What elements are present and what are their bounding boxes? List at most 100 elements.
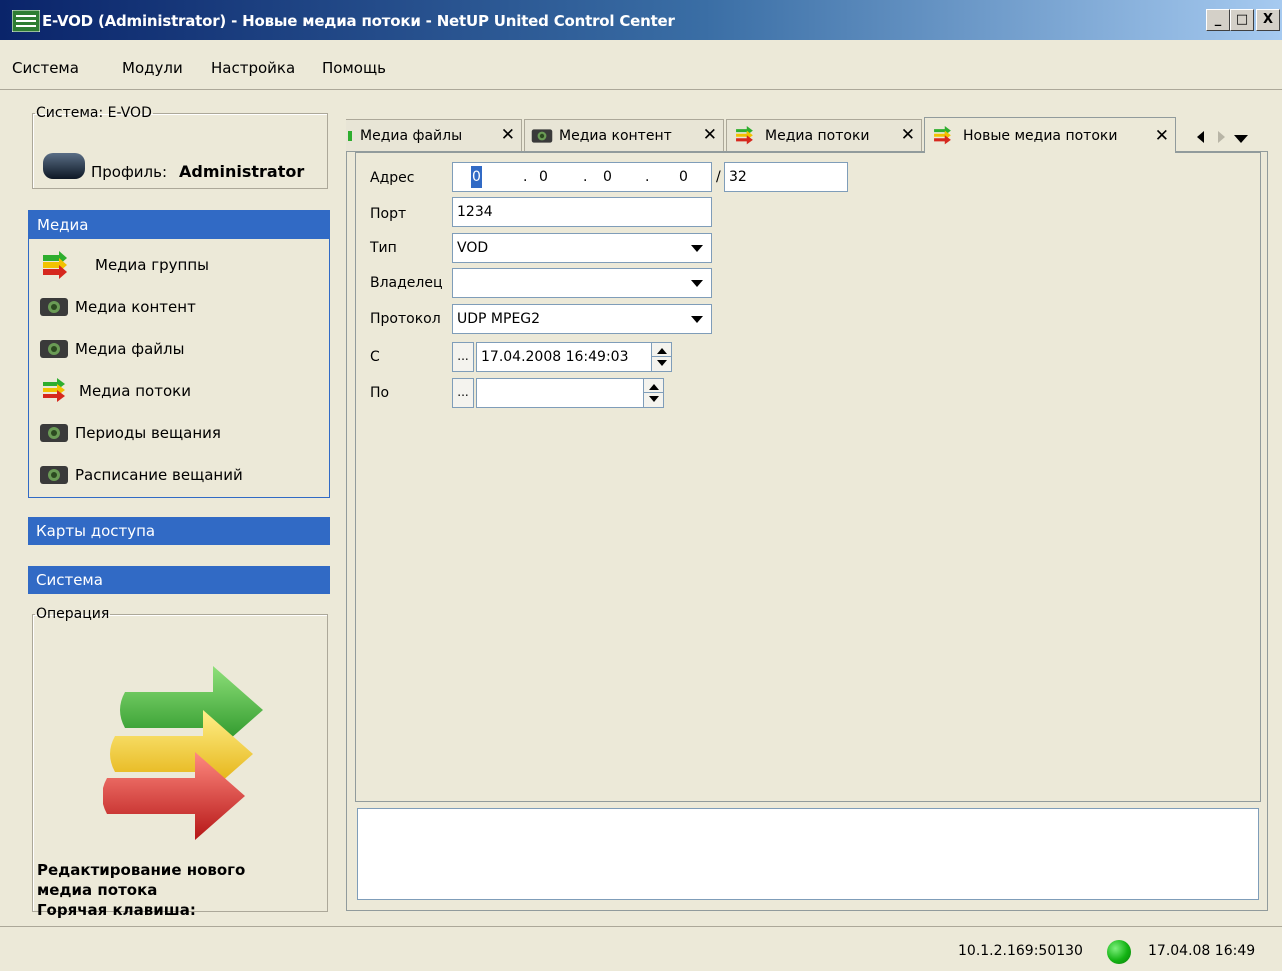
- operation-group: Операция Редактирование нового медиа пот…: [32, 606, 328, 919]
- type-select[interactable]: VOD: [452, 233, 712, 263]
- ip-octet-3[interactable]: 0: [603, 163, 612, 191]
- port-input[interactable]: 1234: [452, 197, 712, 227]
- minimize-button[interactable]: _: [1206, 9, 1230, 31]
- system-legend: Система: E-VOD: [36, 105, 152, 121]
- nav-label: Медиа потоки: [79, 382, 191, 400]
- tab-new-media-streams[interactable]: Новые медиа потоки ✕: [924, 117, 1176, 153]
- tab-label: Новые медиа потоки: [963, 127, 1118, 144]
- arrows-icon: [736, 125, 753, 144]
- protocol-select[interactable]: UDP MPEG2: [452, 304, 712, 334]
- type-select-value: VOD: [457, 240, 489, 256]
- camera-icon: [40, 340, 68, 358]
- operation-description: Редактирование нового медиа потока Горяч…: [37, 860, 245, 920]
- nav-media-groups[interactable]: Медиа группы: [39, 249, 209, 281]
- close-window-button[interactable]: X: [1256, 9, 1280, 31]
- tab-list-dropdown-icon[interactable]: [1234, 134, 1248, 144]
- maximize-button[interactable]: □: [1230, 9, 1254, 31]
- profile-value: Administrator: [179, 162, 305, 181]
- nav-label: Медиа файлы: [75, 340, 185, 358]
- title-bar: E-VOD (Administrator) - Новые медиа пото…: [0, 0, 1282, 40]
- connection-address: 10.1.2.169:50130: [958, 943, 1083, 959]
- to-picker-button[interactable]: ...: [452, 378, 474, 408]
- protocol-label: Протокол: [370, 311, 441, 327]
- chevron-down-icon: [691, 280, 703, 287]
- app-icon: [12, 10, 40, 32]
- camera-icon: [40, 424, 68, 442]
- from-spinner[interactable]: [651, 343, 671, 371]
- arrows-icon: [43, 378, 65, 402]
- owner-select[interactable]: [452, 268, 712, 298]
- from-datetime-input[interactable]: 17.04.2008 16:49:03: [476, 342, 672, 372]
- nav-media-streams[interactable]: Медиа потоки: [39, 375, 191, 407]
- nav-broadcast-periods[interactable]: Периоды вещания: [39, 417, 221, 449]
- nav-broadcast-schedule[interactable]: Расписание вещаний: [39, 459, 243, 491]
- menu-help[interactable]: Помощь: [322, 59, 386, 77]
- tab-content: Адрес 0 . 0 . 0 . 0 / 32 Порт 1234 Тип V…: [346, 151, 1268, 911]
- to-datetime-input[interactable]: [476, 378, 664, 408]
- system-panel[interactable]: Система: [28, 566, 330, 594]
- tab-scroll-left-icon[interactable]: [1196, 131, 1206, 143]
- menu-modules[interactable]: Модули: [122, 59, 183, 77]
- arrows-icon: [43, 251, 67, 279]
- nav-label: Медиа группы: [95, 256, 209, 274]
- tab-scroll-right-icon[interactable]: [1216, 131, 1226, 143]
- camera-icon: [531, 128, 553, 143]
- close-icon[interactable]: ✕: [1155, 126, 1169, 146]
- tab-media-files[interactable]: Медиа файлы ✕: [346, 119, 522, 151]
- window-title: E-VOD (Administrator) - Новые медиа пото…: [42, 12, 675, 30]
- stream-form: Адрес 0 . 0 . 0 . 0 / 32 Порт 1234 Тип V…: [355, 152, 1261, 802]
- protocol-select-value: UDP MPEG2: [457, 311, 541, 327]
- ip-octet-1[interactable]: 0: [471, 166, 482, 188]
- operation-legend: Операция: [36, 606, 110, 622]
- ip-octet-2[interactable]: 0: [539, 163, 548, 191]
- nav-label: Периоды вещания: [75, 424, 221, 442]
- close-icon[interactable]: ✕: [703, 125, 717, 145]
- tab-media-content[interactable]: Медиа контент ✕: [524, 119, 724, 151]
- ip-address-input[interactable]: 0 . 0 . 0 . 0: [452, 162, 712, 192]
- nav-label: Расписание вещаний: [75, 466, 243, 484]
- connection-status-icon: [1107, 940, 1131, 964]
- to-label: По: [370, 385, 390, 401]
- ip-octet-4[interactable]: 0: [679, 163, 688, 191]
- nav-media-content[interactable]: Медиа контент: [39, 291, 196, 323]
- close-icon[interactable]: ✕: [901, 125, 915, 145]
- tab-media-streams[interactable]: Медиа потоки ✕: [726, 119, 922, 151]
- operation-hotkey-label: Горячая клавиша:: [37, 901, 196, 919]
- close-icon[interactable]: ✕: [501, 125, 515, 145]
- menu-bar: Система Модули Настройка Помощь: [0, 48, 1282, 90]
- profile-label: Профиль:: [91, 163, 168, 181]
- access-cards-panel[interactable]: Карты доступа: [28, 517, 330, 547]
- system-panel-header[interactable]: Система: [28, 566, 330, 594]
- from-label: С: [370, 349, 380, 365]
- menu-system[interactable]: Система: [12, 59, 79, 77]
- owner-label: Владелец: [370, 275, 443, 291]
- access-cards-header[interactable]: Карты доступа: [28, 517, 330, 545]
- address-label: Адрес: [370, 170, 415, 186]
- from-picker-button[interactable]: ...: [452, 342, 474, 372]
- tab-label: Медиа контент: [559, 127, 672, 144]
- messages-area[interactable]: [357, 808, 1259, 900]
- tab-label: Медиа потоки: [765, 127, 870, 144]
- media-panel: Медиа Медиа группы Медиа контент Медиа ф…: [28, 210, 330, 498]
- port-label: Порт: [370, 206, 407, 222]
- arrows-icon: [103, 666, 263, 840]
- system-group: Система: E-VOD Профиль: Administrator: [32, 105, 328, 189]
- profile-icon: [43, 153, 85, 179]
- to-spinner[interactable]: [643, 379, 663, 407]
- from-datetime-value: 17.04.2008 16:49:03: [481, 349, 629, 365]
- type-label: Тип: [370, 240, 397, 256]
- tab-label: Медиа файлы: [360, 127, 463, 144]
- status-time: 17.04.08 16:49: [1148, 943, 1256, 959]
- operation-description-line1: Редактирование нового: [37, 861, 246, 879]
- chevron-down-icon: [691, 245, 703, 252]
- menu-settings[interactable]: Настройка: [211, 59, 295, 77]
- camera-icon: [40, 298, 68, 316]
- arrows-icon: [934, 125, 951, 144]
- camera-icon: [40, 466, 68, 484]
- operation-description-line2: медиа потока: [37, 881, 158, 899]
- nav-media-files[interactable]: Медиа файлы: [39, 333, 184, 365]
- media-panel-header[interactable]: Медиа: [29, 211, 329, 239]
- status-bar: 10.1.2.169:50130 17.04.08 16:49: [0, 926, 1282, 971]
- tab-strip: Медиа файлы ✕ Медиа контент ✕ Медиа пото…: [346, 117, 1282, 153]
- ip-mask-input[interactable]: 32: [724, 162, 848, 192]
